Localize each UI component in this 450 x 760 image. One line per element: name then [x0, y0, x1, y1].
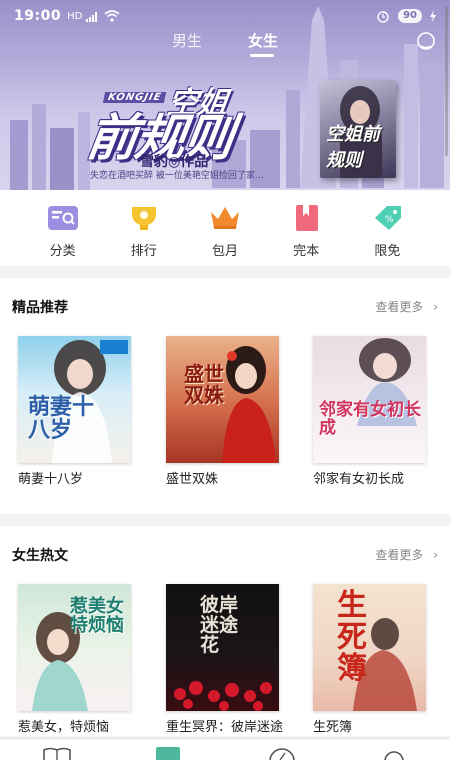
book-title: 惹美女，特烦恼	[18, 720, 110, 735]
ranking-trophy-icon	[131, 207, 156, 230]
banner-tagline: 失恋在酒吧买醉 被一位美艳空姐捡回了家…	[90, 171, 264, 181]
chevron-right-icon: ›	[433, 300, 438, 314]
profile-icon[interactable]	[383, 747, 405, 760]
wifi-icon	[104, 10, 120, 22]
charging-icon	[430, 10, 436, 22]
cover-title: 惹美女特烦恼	[70, 596, 124, 636]
battery-indicator: 90	[398, 9, 422, 23]
book-title: 盛世双姝	[166, 472, 219, 487]
hot-section: 女生热文 查看更多 › 惹美女特烦恼 惹美女，特烦恼 彼岸迷途花 重生冥界：彼岸…	[0, 526, 450, 736]
cover-title: 萌妻十八岁	[28, 395, 95, 444]
finished-bookmark-icon	[296, 205, 319, 231]
quick-nav-monthly[interactable]: 包月	[195, 190, 255, 266]
quick-nav-label: 完本	[293, 244, 320, 259]
cover-title: 生死簿	[337, 588, 367, 686]
alarm-icon	[377, 11, 389, 23]
quick-nav-finished[interactable]: 完本	[276, 190, 336, 266]
tab-selected-indicator	[250, 54, 274, 57]
category-icon	[47, 206, 78, 230]
see-more-label: 查看更多	[375, 300, 424, 314]
quick-nav-ranking[interactable]: 排行	[114, 190, 174, 266]
cover-title: 彼岸迷途花	[200, 594, 239, 656]
book-card[interactable]: 生死簿 生死簿	[313, 584, 427, 736]
monthly-crown-icon	[210, 207, 239, 229]
book-card[interactable]: 盛世双姝 盛世双姝	[166, 336, 280, 489]
free-tag-icon: %	[375, 206, 402, 230]
status-bar: 19:00 HD 90	[0, 0, 450, 32]
bookshelf-icon[interactable]	[42, 747, 72, 760]
book-cover: 彼岸迷途花	[166, 584, 279, 711]
quick-nav-free[interactable]: % 限免	[357, 190, 417, 266]
gender-tabs: 男生 女生	[0, 30, 450, 58]
cover-title: 邻家有女初长成	[319, 400, 421, 438]
bottom-nav	[0, 738, 450, 760]
see-more-label: 查看更多	[375, 548, 424, 562]
quick-nav-label: 限免	[374, 244, 401, 259]
network-label: HD	[67, 10, 83, 22]
book-title: 重生冥界：彼岸迷途花	[166, 720, 284, 735]
book-title: 萌妻十八岁	[18, 472, 84, 487]
quick-nav-category[interactable]: 分类	[33, 190, 93, 266]
tab-male[interactable]: 男生	[172, 30, 202, 51]
book-cover: 惹美女特烦恼	[18, 584, 131, 711]
discover-compass-icon[interactable]	[268, 747, 296, 760]
section-title: 精品推荐	[12, 300, 68, 316]
tab-female[interactable]: 女生	[248, 30, 278, 51]
section-header: 精品推荐 查看更多 ›	[0, 278, 450, 334]
quick-nav-label: 分类	[49, 244, 76, 259]
book-cover: 生死簿	[313, 584, 426, 711]
see-more-link[interactable]: 查看更多 ›	[375, 546, 438, 563]
book-card[interactable]: 彼岸迷途花 重生冥界：彼岸迷途花	[166, 584, 283, 736]
section-header: 女生热文 查看更多 ›	[0, 526, 450, 582]
bookstore-icon[interactable]	[155, 747, 181, 760]
book-row: 惹美女特烦恼 惹美女，特烦恼 彼岸迷途花 重生冥界：彼岸迷途花	[0, 582, 450, 736]
section-title: 女生热文	[12, 548, 68, 564]
cover-title: 盛世双姝	[184, 362, 224, 407]
quick-nav: 分类 排行 包月 完本 % 限免	[0, 190, 450, 266]
search-icon[interactable]	[416, 31, 438, 53]
status-time: 19:00	[14, 8, 62, 24]
banner-book-title: 空姐前规则	[326, 124, 380, 171]
see-more-link[interactable]: 查看更多 ›	[375, 298, 438, 315]
signal-icon	[86, 11, 98, 22]
book-card[interactable]: 萌妻十八岁 萌妻十八岁	[18, 336, 132, 489]
quick-nav-label: 包月	[211, 244, 238, 259]
scrollbar[interactable]	[445, 6, 448, 156]
book-cover: 盛世双姝	[166, 336, 279, 463]
book-cover: 邻家有女初长成	[313, 336, 426, 463]
banner-book-cover[interactable]: 空姐前规则	[320, 80, 396, 178]
featured-section: 精品推荐 查看更多 › 萌妻十八岁 萌妻十八岁 盛世双姝 盛世双姝 邻家有女初长…	[0, 278, 450, 514]
book-title: 邻家有女初长成	[313, 472, 405, 487]
quick-nav-label: 排行	[130, 244, 157, 259]
chevron-right-icon: ›	[433, 548, 438, 562]
book-card[interactable]: 邻家有女初长成 邻家有女初长成	[313, 336, 427, 489]
book-cover: 萌妻十八岁	[18, 336, 131, 463]
book-row: 萌妻十八岁 萌妻十八岁 盛世双姝 盛世双姝 邻家有女初长成 邻家有女初长成	[0, 334, 450, 504]
svg-text:%: %	[385, 215, 394, 225]
hero-banner[interactable]: 19:00 HD 90 男生 女生 空姐 KONGJIE 前规则 雪豹◎作品 失…	[0, 0, 450, 190]
book-title: 生死簿	[313, 720, 353, 735]
book-card[interactable]: 惹美女特烦恼 惹美女，特烦恼	[18, 584, 132, 736]
